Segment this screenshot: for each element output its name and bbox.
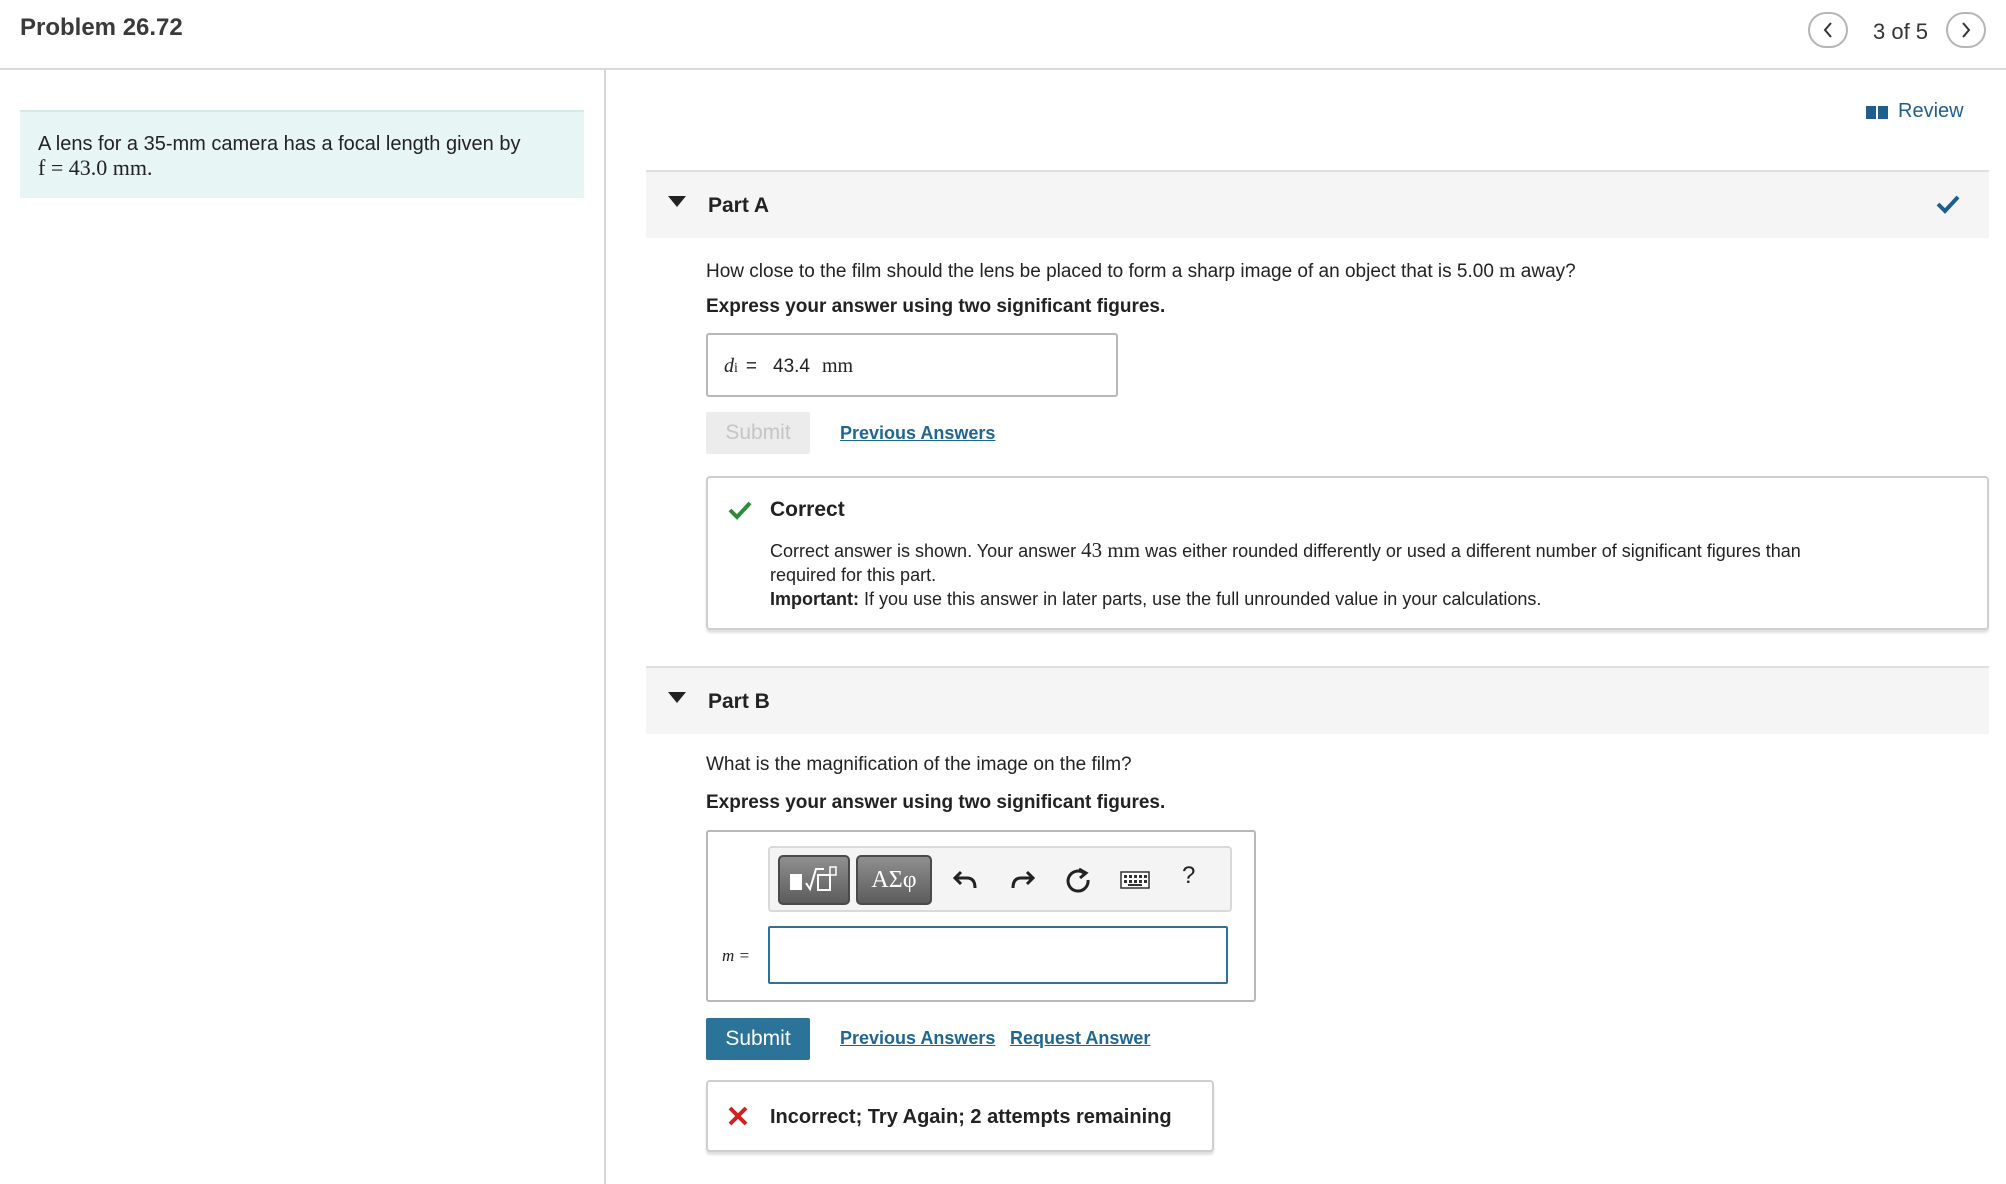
correct-check-icon xyxy=(728,501,752,520)
greek-symbols-button[interactable]: ΑΣφ xyxy=(856,855,932,905)
feedback-line-1: Correct answer is shown. Your answer 43 … xyxy=(770,538,1970,563)
problem-statement: A lens for a 35-mm camera has a focal le… xyxy=(20,110,584,198)
keyboard-button[interactable] xyxy=(1118,866,1152,894)
part-b-label: Part B xyxy=(708,690,770,713)
undo-button[interactable] xyxy=(950,864,982,896)
part-a-instruction: Express your answer using two significan… xyxy=(706,296,1166,317)
feedback-important: Important: If you use this answer in lat… xyxy=(770,587,1970,611)
collapse-arrow-icon[interactable] xyxy=(668,692,686,703)
part-b-answer-input[interactable] xyxy=(768,926,1228,984)
part-a-question-text: How close to the film should the lens be… xyxy=(706,261,1500,282)
problem-line-2: f = 43.0 mm. xyxy=(38,155,153,180)
math-toolbar: ΑΣφ ? xyxy=(768,846,1232,912)
part-a-previous-answers-link[interactable]: Previous Answers xyxy=(840,423,995,444)
reset-icon xyxy=(1066,867,1090,893)
chevron-right-icon xyxy=(1962,22,1971,38)
redo-icon xyxy=(1011,870,1035,889)
var-d: d xyxy=(724,355,734,377)
review-link[interactable]: Review xyxy=(1866,100,1964,123)
feedback-title: Correct xyxy=(770,498,845,521)
redo-button[interactable] xyxy=(1006,864,1038,896)
feedback-line-1-post: was either rounded differently or used a… xyxy=(1140,541,1801,561)
feedback-line-2: required for this part. xyxy=(770,565,937,585)
next-problem-button[interactable] xyxy=(1946,12,1986,48)
checkmark-icon xyxy=(1936,195,1960,214)
panel-divider xyxy=(604,68,606,1184)
feedback-body: Correct answer is shown. Your answer 43 … xyxy=(770,538,1970,611)
part-a-question-end: away? xyxy=(1515,261,1576,282)
review-label: Review xyxy=(1898,100,1964,122)
header-bar: Problem 26.72 3 of 5 xyxy=(0,0,2006,70)
part-a-answer-row: di = 43.4 mm xyxy=(724,355,853,378)
request-answer-link[interactable]: Request Answer xyxy=(1010,1028,1150,1049)
incorrect-x-icon xyxy=(728,1106,748,1126)
problem-line-1: A lens for a 35-mm camera has a focal le… xyxy=(38,133,521,155)
part-b-previous-answers-link[interactable]: Previous Answers xyxy=(840,1028,995,1049)
part-b-instruction: Express your answer using two significan… xyxy=(706,792,1166,813)
reset-button[interactable] xyxy=(1062,864,1094,896)
part-a-header[interactable]: Part A xyxy=(646,170,1989,238)
problem-pager: 3 of 5 xyxy=(1873,19,1929,44)
incorrect-feedback-text: Incorrect; Try Again; 2 attempts remaini… xyxy=(770,1106,1172,1128)
equals-sign: = xyxy=(745,356,757,377)
part-b-feedback: Incorrect; Try Again; 2 attempts remaini… xyxy=(706,1080,1214,1152)
book-icon xyxy=(1866,105,1888,119)
part-a-question: How close to the film should the lens be… xyxy=(706,258,1576,283)
help-button[interactable]: ? xyxy=(1182,862,1195,890)
part-a-question-unit: m xyxy=(1499,258,1516,282)
part-b-var-label: m = xyxy=(722,946,750,965)
important-label: Important: xyxy=(770,589,859,609)
previous-problem-button[interactable] xyxy=(1808,12,1848,48)
part-a-label: Part A xyxy=(708,194,770,217)
undo-icon xyxy=(953,870,977,889)
part-b-question: What is the magnification of the image o… xyxy=(706,754,1132,775)
part-a-submit-button[interactable]: Submit xyxy=(706,412,810,454)
var-sub-i: i xyxy=(734,361,738,376)
chevron-left-icon xyxy=(1823,22,1832,38)
part-a-feedback: Correct Correct answer is shown. Your an… xyxy=(706,476,1989,630)
important-text: If you use this answer in later parts, u… xyxy=(859,589,1542,609)
problem-text: A lens for a 35-mm camera has a focal le… xyxy=(38,132,520,180)
problem-title: Problem 26.72 xyxy=(20,14,183,41)
feedback-line-1-pre: Correct answer is shown. Your answer xyxy=(770,541,1082,561)
part-a-answer-box: di = 43.4 mm xyxy=(706,333,1118,397)
feedback-answer-value: 43 mm xyxy=(1081,538,1141,562)
part-a-answer-value: 43.4 xyxy=(773,356,810,377)
keyboard-icon xyxy=(1120,871,1150,889)
templates-button[interactable] xyxy=(778,855,850,905)
part-b-header[interactable]: Part B xyxy=(646,666,1989,734)
templates-icon xyxy=(790,866,837,892)
part-b-submit-button[interactable]: Submit xyxy=(706,1018,810,1060)
part-a-answer-unit: mm xyxy=(821,355,854,377)
collapse-arrow-icon[interactable] xyxy=(668,196,686,207)
